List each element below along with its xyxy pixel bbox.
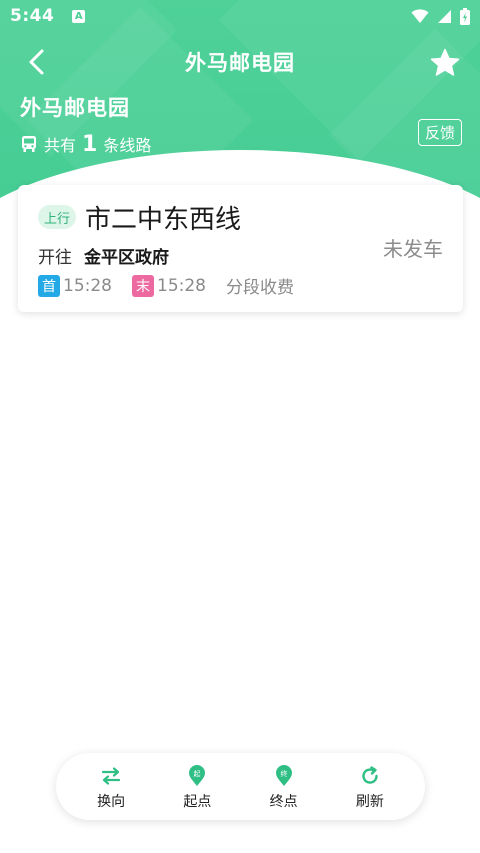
- fare-type: 分段收费: [226, 278, 294, 298]
- swap-direction-label: 换向: [97, 793, 126, 810]
- route-destination-row: 开往 金平区政府: [38, 243, 169, 268]
- route-count-prefix: 共有: [44, 136, 77, 155]
- route-card[interactable]: 上行 市二中东西线 开往 金平区政府 首 15:28 末 15:28 分段收费 …: [18, 185, 463, 312]
- status-time: 5:44: [10, 6, 55, 26]
- end-stop-label: 终点: [269, 793, 298, 810]
- a-notification-icon: A: [72, 9, 86, 23]
- route-count: 共有 1 条线路: [20, 130, 151, 158]
- chevron-left-icon: [29, 49, 44, 75]
- status-bar: 5:44 A: [0, 0, 480, 32]
- refresh-icon: [362, 765, 378, 784]
- route-count-number: 1: [82, 131, 98, 157]
- battery-icon: [460, 7, 470, 25]
- end-pin-icon: 终: [275, 764, 292, 786]
- swap-direction-button[interactable]: 换向: [76, 763, 146, 811]
- refresh-label: 刷新: [355, 793, 384, 810]
- svg-text:终: 终: [280, 769, 287, 778]
- toward-label: 开往: [38, 248, 72, 268]
- bottom-action-bar: 换向 起 起点 终 终点 刷新: [56, 753, 425, 820]
- last-bus-time: 15:28: [157, 275, 206, 296]
- refresh-button[interactable]: 刷新: [335, 763, 405, 811]
- end-stop-button[interactable]: 终 终点: [249, 763, 319, 811]
- start-stop-button[interactable]: 起 起点: [162, 763, 232, 811]
- route-times-row: 首 15:28 末 15:28 分段收费: [38, 273, 294, 298]
- destination-name: 金平区政府: [84, 248, 169, 268]
- first-bus-tag: 首: [38, 274, 60, 297]
- bus-status: 未发车: [383, 237, 443, 261]
- svg-text:起: 起: [194, 770, 201, 778]
- back-button[interactable]: [20, 46, 52, 78]
- cellular-signal-icon: [438, 9, 451, 23]
- first-bus-time: 15:28: [63, 275, 112, 296]
- route-count-suffix: 条线路: [103, 136, 152, 155]
- favorite-button[interactable]: [428, 45, 462, 79]
- last-bus-tag: 末: [132, 274, 154, 297]
- route-name: 市二中东西线: [85, 205, 242, 235]
- start-pin-icon: 起: [189, 764, 206, 786]
- bus-icon: [22, 136, 36, 152]
- stop-name: 外马邮电园: [20, 96, 130, 120]
- wifi-icon: [411, 8, 429, 23]
- page-title: 外马邮电园: [185, 51, 295, 75]
- direction-badge: 上行: [38, 205, 77, 229]
- navigation-bar: 外马邮电园: [0, 40, 480, 84]
- start-stop-label: 起点: [183, 793, 212, 810]
- swap-icon: [102, 766, 121, 785]
- feedback-button[interactable]: 反馈: [417, 119, 462, 146]
- star-icon: [430, 48, 460, 76]
